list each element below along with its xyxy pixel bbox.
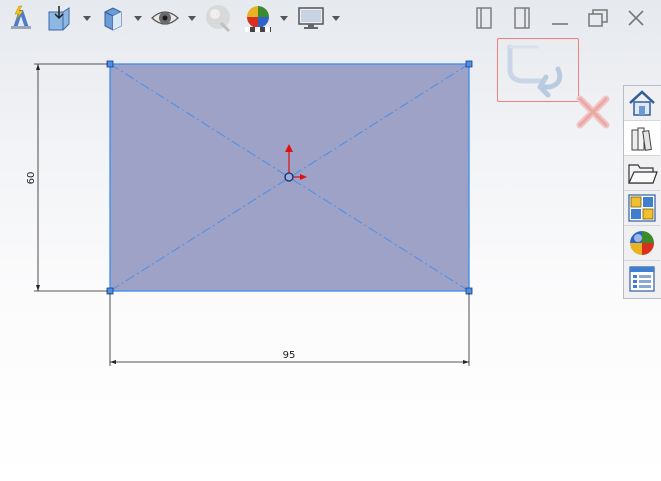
dimension-vertical-value[interactable]: 60: [26, 172, 37, 185]
dimension-vertical[interactable]: 60: [26, 63, 108, 292]
dimension-horizontal-value[interactable]: 95: [283, 350, 296, 361]
dimension-horizontal[interactable]: 95: [109, 293, 470, 366]
graphics-area[interactable]: 60 95: [0, 0, 661, 481]
corner-point[interactable]: [465, 60, 473, 68]
